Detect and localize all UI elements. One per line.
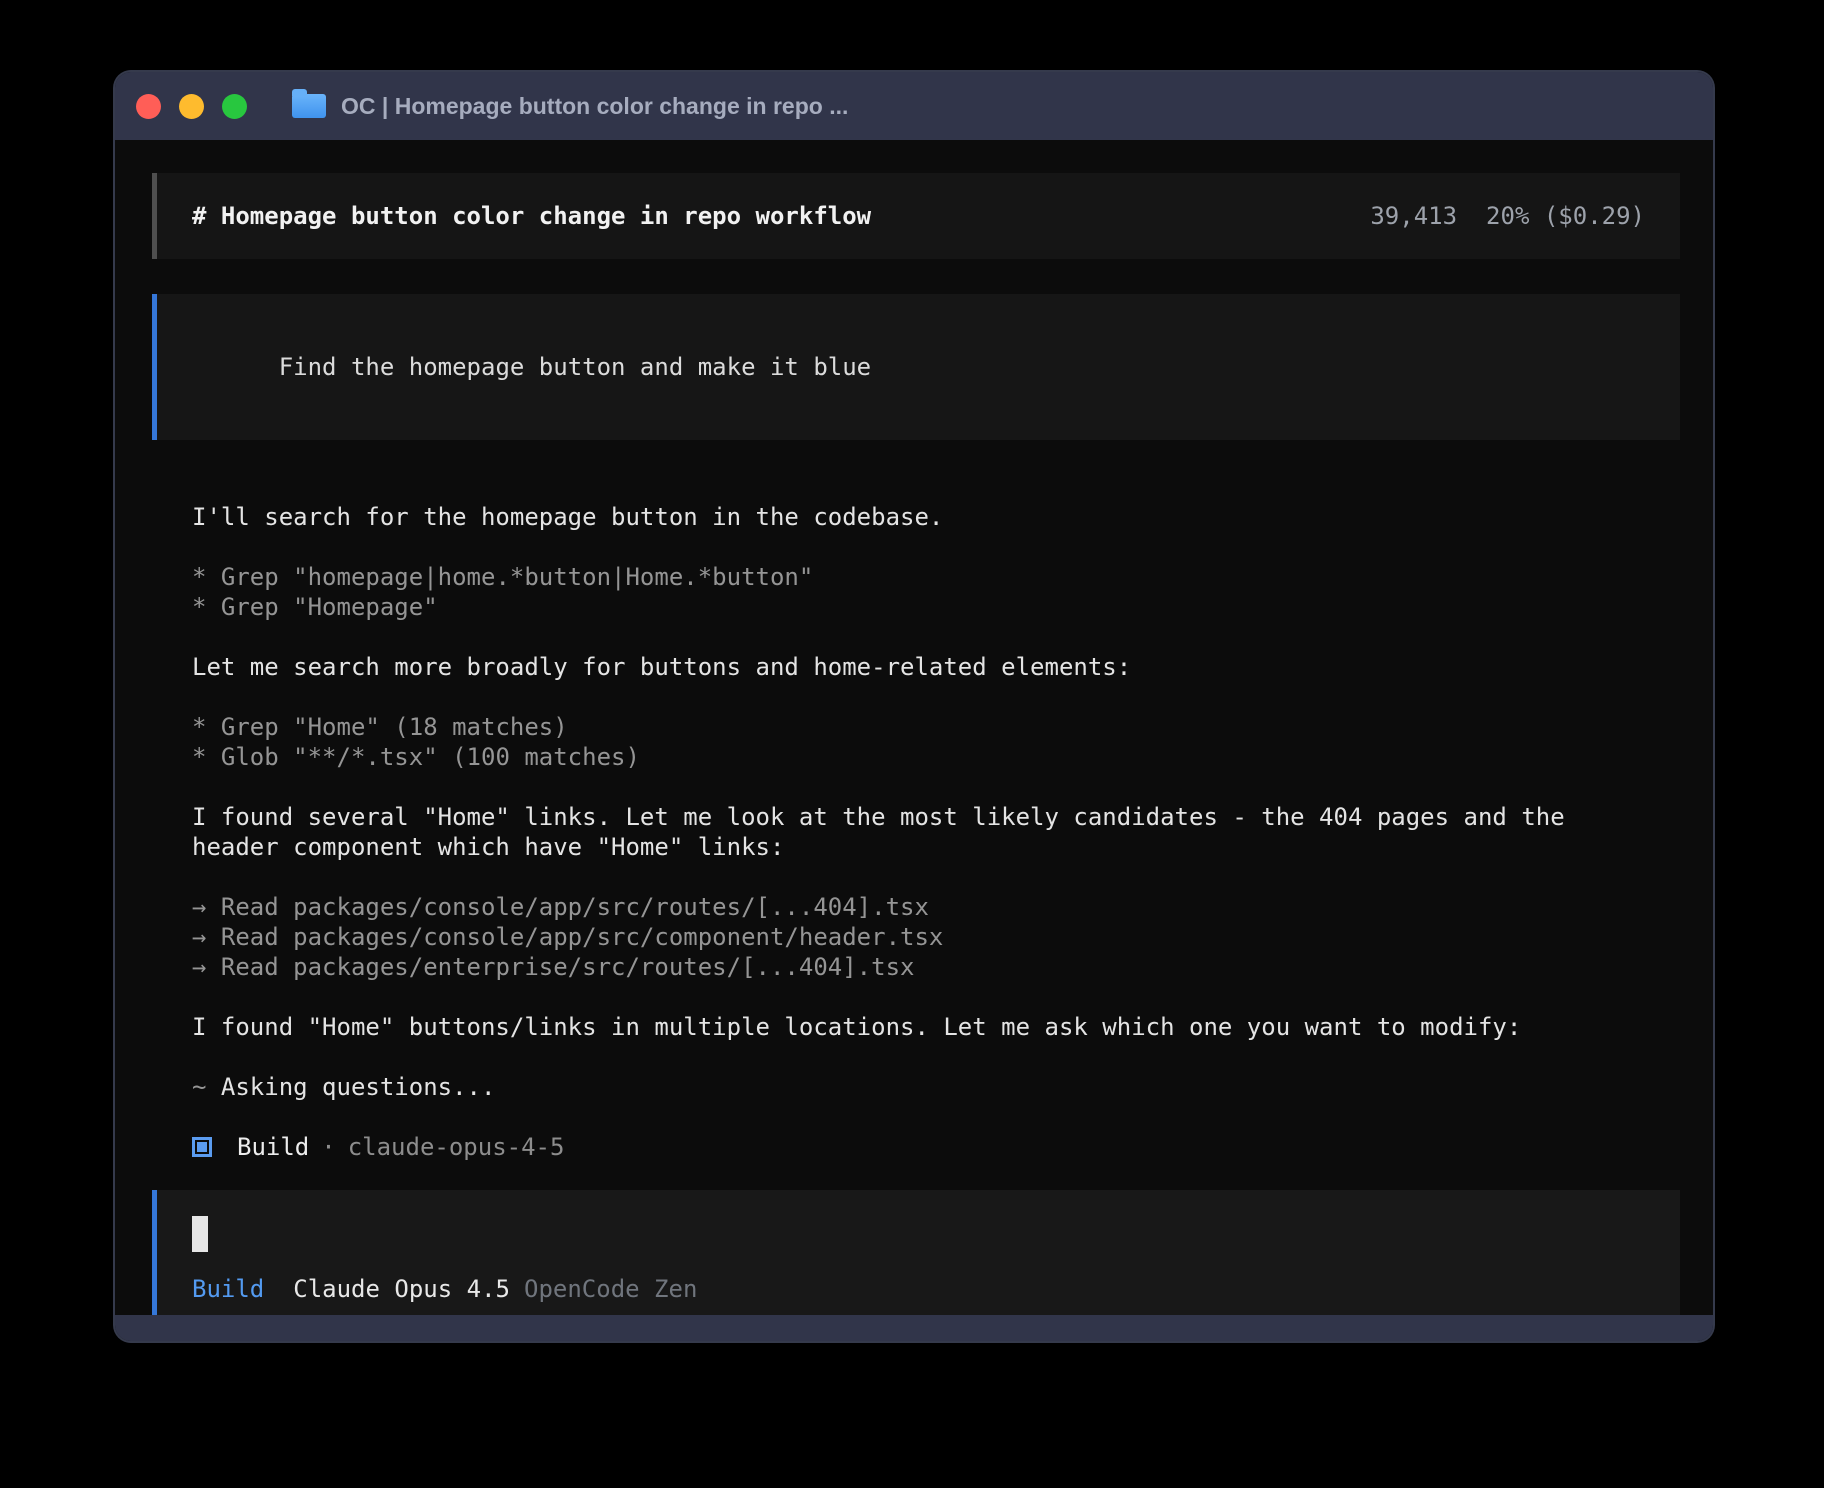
tool-call: * Glob "**/*.tsx" (100 matches): [192, 742, 1680, 772]
arrow-icon: →: [192, 953, 206, 981]
assistant-text: I found several "Home" links. Let me loo…: [192, 802, 1680, 862]
prompt-editor[interactable]: Build Claude Opus 4.5 OpenCode Zen: [152, 1190, 1680, 1315]
asterisk-icon: *: [192, 713, 206, 741]
session-title: # Homepage button color change in repo w…: [192, 201, 871, 231]
agent-badge-name: Build: [237, 1132, 309, 1162]
tool-call-text: Grep "Homepage": [206, 593, 437, 621]
asterisk-icon: *: [192, 743, 206, 771]
assistant-text: Let me search more broadly for buttons a…: [192, 652, 1680, 682]
terminal-window: OC | Homepage button color change in rep…: [115, 72, 1713, 1341]
text-cursor: [192, 1216, 208, 1252]
agent-name: Build: [192, 1274, 264, 1304]
tilde-icon: ~: [192, 1073, 206, 1101]
user-message-text: Find the homepage button and make it blu…: [279, 353, 871, 381]
folder-icon: [292, 94, 326, 118]
session-stats: 39,413 20% ($0.29): [1370, 201, 1645, 231]
assistant-text: I'll search for the homepage button in t…: [192, 502, 1680, 532]
session-header: # Homepage button color change in repo w…: [152, 173, 1680, 259]
arrow-icon: →: [192, 893, 206, 921]
tool-call-text: Read packages/console/app/src/component/…: [206, 923, 943, 951]
tool-call: → Read packages/console/app/src/componen…: [192, 922, 1680, 952]
tool-call-text: Grep "homepage|home.*button|Home.*button…: [206, 563, 813, 591]
arrow-icon: →: [192, 923, 206, 951]
tool-call: * Grep "Home" (18 matches): [192, 712, 1680, 742]
minimize-button[interactable]: [179, 94, 204, 119]
tool-call: * Grep "homepage|home.*button|Home.*butt…: [192, 562, 1680, 592]
asterisk-icon: *: [192, 593, 206, 621]
asterisk-icon: *: [192, 563, 206, 591]
prompt-status-line: Build Claude Opus 4.5 OpenCode Zen: [192, 1274, 1645, 1304]
context-usage: 20% ($0.29): [1486, 201, 1645, 231]
tool-call-text: Grep "Home" (18 matches): [206, 713, 567, 741]
terminal-content: # Homepage button color change in repo w…: [115, 140, 1713, 1315]
close-button[interactable]: [136, 94, 161, 119]
model-name: Claude Opus 4.5: [293, 1274, 510, 1304]
window-titlebar[interactable]: OC | Homepage button color change in rep…: [115, 72, 1713, 140]
assistant-response: I'll search for the homepage button in t…: [192, 472, 1680, 1162]
tool-call-text: Read packages/enterprise/src/routes/[...…: [206, 953, 914, 981]
tool-call: * Grep "Homepage": [192, 592, 1680, 622]
zoom-button[interactable]: [222, 94, 247, 119]
status-line: ~ Asking questions...: [192, 1072, 1680, 1102]
assistant-text: I found "Home" buttons/links in multiple…: [192, 1012, 1680, 1042]
status-text: Asking questions...: [206, 1073, 495, 1101]
token-count: 39,413: [1370, 201, 1457, 231]
agent-badge: Build · claude-opus-4-5: [192, 1132, 1680, 1162]
tool-call: → Read packages/console/app/src/routes/[…: [192, 892, 1680, 922]
window-title: OC | Homepage button color change in rep…: [341, 93, 848, 120]
tool-call-text: Read packages/console/app/src/routes/[..…: [206, 893, 928, 921]
tool-call-text: Glob "**/*.tsx" (100 matches): [206, 743, 639, 771]
separator-dot: ·: [321, 1132, 335, 1162]
agent-square-icon: [192, 1137, 212, 1157]
tool-call: → Read packages/enterprise/src/routes/[.…: [192, 952, 1680, 982]
user-message: Find the homepage button and make it blu…: [152, 294, 1680, 440]
window-bottom-edge: [115, 1315, 1713, 1341]
provider-name: OpenCode Zen: [524, 1274, 697, 1304]
agent-badge-model: claude-opus-4-5: [348, 1132, 565, 1162]
